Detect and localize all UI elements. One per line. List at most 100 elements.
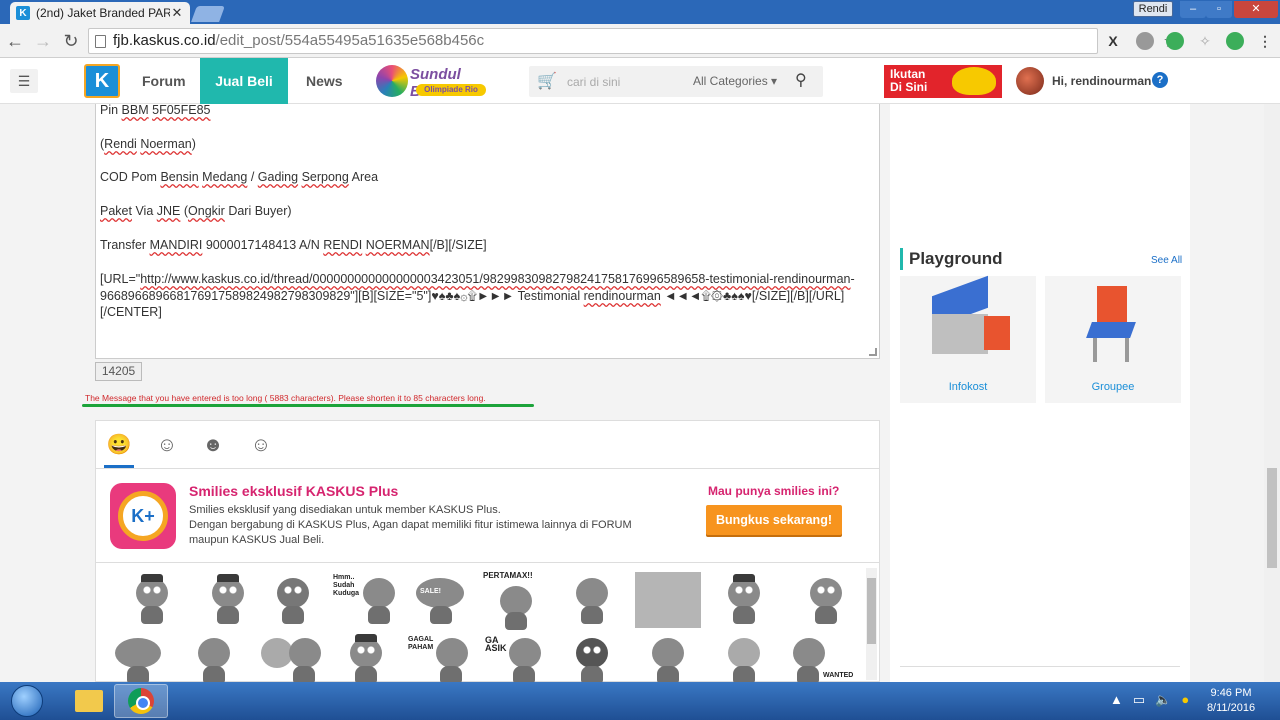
smiley-item[interactable] [257,632,323,682]
tab-close-icon[interactable]: ✕ [170,5,184,21]
system-clock[interactable]: 9:46 PM 8/11/2016 [1196,686,1266,716]
minimize-button[interactable]: – [1180,1,1206,18]
text-url-open: [URL=" [100,272,141,286]
smiley-item[interactable] [195,572,261,628]
volume-icon[interactable]: 🔈 [1155,692,1171,708]
smiley-label-pertamax: PERTAMAX!! [483,571,533,580]
network-icon[interactable]: ▭ [1133,692,1145,708]
tab-smilies-small[interactable]: ☻ [198,431,228,459]
nav-forum[interactable]: Forum [142,58,186,104]
ikutan-banner[interactable]: Ikutan Di Sini [884,65,1002,98]
smiley-body [797,666,819,682]
promo-desc-line-2: Dengan bergabung di KASKUS Plus, Agan da… [189,519,632,531]
tab-smilies-grin[interactable]: ☺ [246,431,276,459]
smilies-scrollbar[interactable] [866,568,877,680]
smiley-item[interactable] [260,572,326,628]
help-icon[interactable]: ? [1152,72,1168,88]
ball-icon [376,65,408,97]
card-label-groupee: Groupee [1091,381,1135,393]
url-field[interactable]: fjb.kaskus.co.id/edit_post/554a55495a516… [88,28,1179,54]
text-noerman-upper: NOERMAN [365,238,430,252]
nav-news[interactable]: News [306,58,343,104]
extension-puzzle-icon[interactable]: ✧ [1196,32,1214,50]
smiley-item[interactable]: PERTAMAX!! [483,571,549,630]
text-cod: COD Pom [100,170,161,184]
playground-card-groupee[interactable]: Groupee [1045,276,1181,403]
extension-green-icon[interactable] [1166,32,1184,50]
see-all-link[interactable]: See All [1151,255,1182,266]
category-select[interactable]: All Categories ▾ [693,74,777,88]
sundul-bola-logo[interactable]: Sundul Bola Olimpiade Rio [376,64,496,100]
extension-cloud-icon[interactable] [1136,32,1154,50]
post-editor-textarea[interactable]: Pin BBM 5F05FE85 (Rendi Noerman) COD Pom… [95,103,880,359]
hamburger-menu-icon[interactable]: ☰ [10,69,38,93]
extension-green-2-icon[interactable] [1226,32,1244,50]
house-wall [932,314,988,354]
search-bar: 🛒 All Categories ▾ ⚲ [529,66,823,97]
smiley-placeholder[interactable] [635,572,701,628]
new-tab-button[interactable] [191,6,225,22]
smiley-item[interactable] [333,632,399,682]
search-input[interactable] [567,68,687,95]
page-icon [95,35,106,48]
smiley-item[interactable] [793,572,859,628]
smiley-item[interactable]: WANTED [787,632,853,682]
editor-line-cod: COD Pom Bensin Medang / Gading Serpong A… [100,169,378,185]
maximize-button[interactable]: ▫ [1206,1,1232,18]
smiley-item[interactable] [559,632,625,682]
smiley-body [513,666,535,682]
smiley-body [141,606,163,624]
chrome-icon [128,688,154,714]
menu-dots-icon[interactable]: ⋮ [1256,32,1274,50]
tab-smilies-kaskus[interactable]: ☺ [152,431,182,459]
editor-line-url-1: [URL="http://www.kaskus.co.id/thread/000… [100,271,855,287]
forward-arrow-icon[interactable]: → [32,30,54,52]
smiley-item[interactable] [711,632,777,682]
taskbar-explorer[interactable] [62,684,116,718]
text-bensin: Bensin [160,170,199,184]
taskbar-chrome[interactable] [114,684,168,718]
smiley-item[interactable] [105,632,171,682]
smilies-scroll-thumb[interactable] [867,578,876,644]
nav-jual-beli[interactable]: Jual Beli [200,58,288,104]
search-icon[interactable]: ⚲ [795,70,807,90]
page-scroll-thumb[interactable] [1267,468,1277,568]
kaskus-logo[interactable]: K [84,64,120,98]
user-menu[interactable]: Hi, rendinourman [1016,66,1151,96]
smiley-item[interactable] [119,572,185,628]
profile-badge[interactable]: Rendi [1133,1,1173,17]
smiley-item[interactable]: GAGAL PAHAM [408,632,474,682]
smiley-body [505,612,527,630]
text-noerman: Noerman [140,137,192,151]
extension-x-icon[interactable]: X [1104,32,1122,50]
right-sidebar: Playground See All Infokost Groupee [890,104,1190,682]
smiley-item[interactable] [711,572,777,628]
browser-tab-active[interactable]: K (2nd) Jaket Branded PART ✕ [10,2,190,24]
smiley-head [436,638,468,668]
reload-icon[interactable]: ↻ [60,30,82,52]
smiley-item[interactable]: GA ASIK [483,632,549,682]
smiley-item[interactable] [635,632,701,682]
resize-grip-icon[interactable] [869,348,877,356]
start-button[interactable] [2,682,52,720]
tray-arrow-icon[interactable]: ▲ [1110,692,1123,708]
text-dari-buyer: Dari Buyer) [224,204,292,218]
editor-line-url-2: 9668966896681769175898249827983098​29"][… [100,288,844,304]
playground-title: Playground [900,248,1003,270]
page-scrollbar[interactable] [1264,104,1280,682]
back-arrow-icon[interactable]: ← [4,30,26,52]
smiley-body [440,666,462,682]
tray-app-icon[interactable]: ● [1181,692,1189,708]
text-slash: / [247,170,258,184]
playground-card-infokost[interactable]: Infokost [900,275,1036,403]
promo-question: Mau punya smilies ini? [708,484,840,498]
text-via: Via [131,204,157,218]
bungkus-sekarang-button[interactable]: Bungkus sekarang! [706,505,842,535]
smiley-item[interactable]: SALE! [408,572,474,628]
address-toolbar: ← → ↻ fjb.kaskus.co.id/edit_post/554a554… [0,24,1280,58]
tab-smilies-plus[interactable]: 😀 [104,431,134,468]
smiley-item[interactable] [559,572,625,628]
close-window-button[interactable]: ✕ [1234,1,1278,18]
smiley-item[interactable]: Hmm.. Sudah Kuduga [333,572,399,628]
smiley-item[interactable] [181,632,247,682]
